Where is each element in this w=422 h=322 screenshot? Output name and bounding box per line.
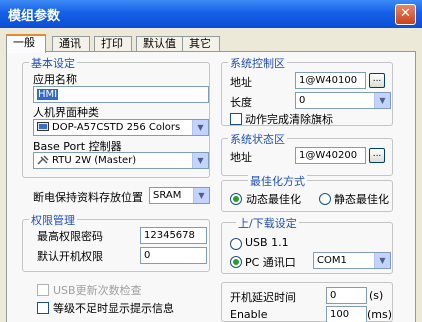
control-addr-browse-button[interactable]: ... [369,73,385,88]
window-title: 模组参数 [8,9,61,24]
control-addr-label: 地址 [230,76,252,89]
transfer-label: 上/下载设定 [236,215,299,231]
static-optimize-radio[interactable] [319,193,331,205]
max-pwd-input[interactable]: 12345678 [140,227,207,244]
status-addr-browse-button[interactable]: ... [369,148,385,163]
status-addr-input[interactable]: 1@W40200 [295,147,366,164]
pc-comm-label: PC 通讯口 [245,256,296,269]
base-port-select[interactable]: RTU 2W (Master) ▼ [33,152,209,169]
max-pwd-label: 最高权限密码 [37,230,103,243]
title-bar[interactable]: 模组参数 ✕ [0,0,422,28]
level-hint-label: 等级不足时显示提示信息 [53,302,174,315]
power-save-value: SRAM [153,190,182,201]
static-optimize-label: 静态最佳化 [334,193,389,206]
optimize-label: 最佳化方式 [248,173,307,189]
tab-print[interactable]: 打印 [94,36,132,51]
clear-flag-checkbox[interactable] [230,113,242,125]
usb-label: USB 1.1 [245,236,289,249]
hmi-type-select[interactable]: DOP-A57CSTD 256 Colors ▼ [33,119,209,136]
pc-comm-radio[interactable] [230,256,242,268]
enable-input[interactable]: 100 [326,306,367,322]
hmi-type-label: 人机界面种类 [33,106,99,119]
base-port-value: RTU 2W (Master) [52,155,137,166]
system-status-label: 系统状态区 [228,131,287,147]
system-control-label: 系统控制区 [228,55,287,71]
dynamic-optimize-radio[interactable] [230,193,242,205]
usb-update-label: USB更新次数检查 [53,284,142,297]
power-save-label: 断电保持资料存放位置 [33,191,143,204]
usb-update-checkbox[interactable] [37,284,49,296]
auth-group-label: 权限管理 [29,212,77,228]
control-len-select[interactable]: 0 ▼ [295,92,391,109]
chevron-down-icon: ▼ [193,188,209,203]
tab-other[interactable]: 其它 [182,36,220,51]
level-hint-checkbox[interactable] [37,302,49,314]
app-name-label: 应用名称 [33,73,77,86]
pc-comm-select[interactable]: COM1 ▼ [313,252,391,269]
boot-delay-label: 开机延迟时间 [230,291,296,304]
dynamic-optimize-label: 动态最佳化 [246,193,301,206]
default-auth-input[interactable]: 0 [140,247,207,264]
close-button[interactable]: ✕ [395,4,416,25]
tab-general[interactable]: 一般 [6,34,46,53]
monitor-icon [37,122,49,131]
boot-delay-unit: (s) [369,289,384,302]
control-addr-input[interactable]: 1@W40100 [295,72,366,89]
hmi-type-value: DOP-A57CSTD 256 Colors [52,122,181,133]
chevron-down-icon: ▼ [192,120,208,135]
default-auth-label: 默认开机权限 [37,250,103,263]
boot-delay-input[interactable]: 0 [326,287,367,304]
basic-settings-label: 基本设定 [29,55,77,71]
tab-communication[interactable]: 通讯 [52,36,90,51]
enable-label: Enable [230,308,268,321]
app-name-input[interactable]: HMI [33,86,209,103]
power-save-select[interactable]: SRAM ▼ [149,187,210,204]
clear-flag-label: 动作完成清除旗标 [245,113,333,126]
control-len-value: 0 [299,95,306,106]
usb-radio[interactable] [230,238,242,250]
chevron-down-icon: ▼ [374,93,390,108]
control-len-label: 长度 [230,96,252,109]
chevron-down-icon: ▼ [192,153,208,168]
tab-defaults[interactable]: 默认值 [136,36,186,51]
plug-icon [37,155,49,165]
app-name-value: HMI [37,89,59,100]
pc-comm-value: COM1 [317,255,347,266]
module-params-dialog: 模组参数 ✕ 一般 通讯 打印 默认值 其它 基本设定 应用名称 HMI 人机界… [0,0,422,322]
status-addr-label: 地址 [230,151,252,164]
general-panel: 基本设定 应用名称 HMI 人机界面种类 DOP-A57CSTD 256 Col… [6,51,416,322]
enable-unit: (ms) [367,308,393,321]
chevron-down-icon: ▼ [374,253,390,268]
